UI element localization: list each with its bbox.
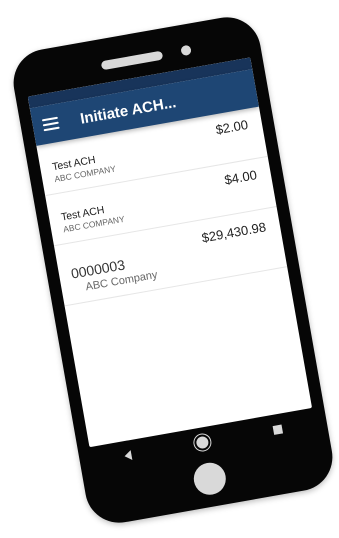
phone-mockup: Initiate ACH... Test ACH ABC COMPANY $2.… — [8, 11, 338, 529]
square-recent-apps-icon[interactable] — [272, 424, 283, 435]
menu-line — [42, 121, 59, 127]
page-title: Initiate ACH... — [78, 93, 178, 128]
physical-home-button[interactable] — [191, 460, 229, 498]
speaker-grille — [100, 50, 164, 71]
hamburger-menu-icon[interactable] — [41, 116, 60, 132]
phone-screen: Initiate ACH... Test ACH ABC COMPANY $2.… — [27, 57, 313, 448]
menu-line — [41, 116, 58, 122]
stage: Initiate ACH... Test ACH ABC COMPANY $2.… — [0, 0, 339, 538]
transaction-amount: $29,430.98 — [200, 219, 268, 246]
circle-home-icon[interactable] — [195, 435, 210, 450]
menu-line — [43, 126, 60, 132]
triangle-back-icon[interactable] — [123, 450, 133, 462]
transaction-amount: $4.00 — [223, 167, 258, 188]
front-camera — [180, 44, 192, 57]
transaction-amount: $2.00 — [214, 116, 250, 138]
